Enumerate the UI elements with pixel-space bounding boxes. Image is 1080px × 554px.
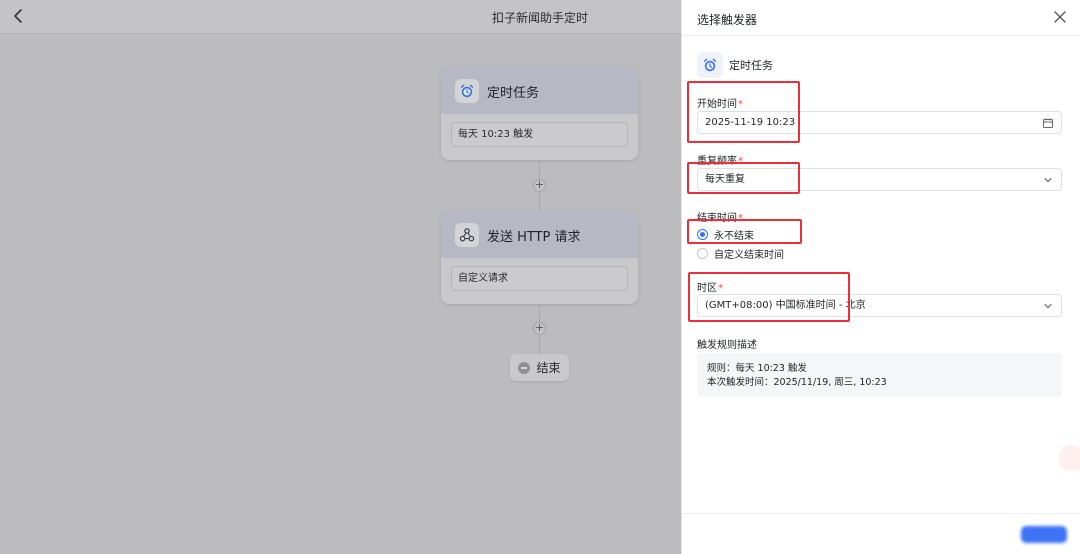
radio-button[interactable]: [697, 248, 708, 259]
radio-custom-end[interactable]: 自定义结束时间: [697, 246, 784, 261]
http-network-icon: [455, 223, 479, 247]
timezone-label: 时区*: [697, 279, 723, 294]
floating-helper-button[interactable]: [1061, 448, 1080, 468]
add-node-button[interactable]: +: [533, 322, 546, 335]
timezone-label-text: 时区: [697, 283, 717, 294]
rule-text: 规则：每天 10:23 触发: [707, 363, 807, 374]
timer-trigger-node[interactable]: 定时任务 每天 10:23 触发: [441, 68, 638, 160]
end-node[interactable]: 结束: [510, 354, 569, 381]
add-node-button[interactable]: +: [533, 179, 546, 192]
timezone-value: (GMT+08:00) 中国标准时间 - 北京: [705, 300, 866, 311]
confirm-button[interactable]: [1021, 526, 1067, 543]
rule-desc-label: 触发规则描述: [697, 340, 757, 351]
close-icon[interactable]: [1052, 9, 1068, 25]
drawer-header: 选择触发器: [682, 0, 1080, 36]
chevron-down-icon: [1044, 177, 1052, 183]
node-header: 发送 HTTP 请求: [441, 212, 638, 258]
trigger-drawer: 选择触发器 定时任务 开始时间* 2025-11-19 10:23 重复频率*: [681, 0, 1080, 554]
end-time-label-text: 结束时间: [697, 213, 737, 224]
radio-label: 永不结束: [714, 231, 754, 242]
http-request-node[interactable]: 发送 HTTP 请求 自定义请求: [441, 212, 638, 304]
start-time-label: 开始时间*: [697, 95, 743, 110]
rule-description: 规则：每天 10:23 触发 本次触发时间：2025/11/19, 周三, 10…: [697, 353, 1062, 397]
start-time-value: 2025-11-19 10:23: [705, 117, 796, 128]
repeat-value: 每天重复: [705, 174, 745, 185]
selected-trigger: 定时任务: [697, 52, 773, 78]
radio-label: 自定义结束时间: [714, 250, 784, 261]
required-mark: *: [718, 283, 723, 294]
required-mark: *: [738, 99, 743, 110]
workflow-canvas: 定时任务 每天 10:23 触发 + 发送 HTTP 请求 自定义请求 + 结束: [0, 0, 681, 554]
repeat-label-text: 重复频率: [697, 156, 737, 167]
timezone-select[interactable]: (GMT+08:00) 中国标准时间 - 北京: [697, 294, 1062, 317]
required-mark: *: [738, 213, 743, 224]
repeat-select[interactable]: 每天重复: [697, 168, 1062, 191]
chevron-down-icon: [1044, 303, 1052, 309]
repeat-label: 重复频率*: [697, 152, 743, 167]
start-time-picker[interactable]: 2025-11-19 10:23: [697, 111, 1062, 134]
end-label: 结束: [536, 361, 561, 375]
node-title: 发送 HTTP 请求: [487, 229, 581, 245]
radio-button-checked[interactable]: [697, 229, 708, 240]
drawer-footer: [682, 513, 1080, 554]
node-title: 定时任务: [487, 85, 540, 101]
required-mark: *: [738, 156, 743, 167]
end-time-label: 结束时间*: [697, 209, 743, 224]
radio-never-end[interactable]: 永不结束: [697, 227, 754, 242]
alarm-clock-icon: [697, 52, 723, 78]
node-trigger-summary: 每天 10:23 触发: [451, 122, 628, 147]
back-arrow-icon[interactable]: [10, 7, 28, 25]
node-request-summary: 自定义请求: [451, 266, 628, 291]
alarm-clock-icon: [455, 79, 479, 103]
trigger-name: 定时任务: [729, 59, 773, 72]
next-trigger-text: 本次触发时间：2025/11/19, 周三, 10:23: [707, 377, 887, 388]
calendar-icon[interactable]: [1042, 117, 1054, 129]
node-header: 定时任务: [441, 68, 638, 114]
start-time-label-text: 开始时间: [697, 99, 737, 110]
drawer-title: 选择触发器: [697, 13, 758, 27]
top-bar: [0, 0, 681, 34]
end-stop-icon: [518, 361, 531, 374]
